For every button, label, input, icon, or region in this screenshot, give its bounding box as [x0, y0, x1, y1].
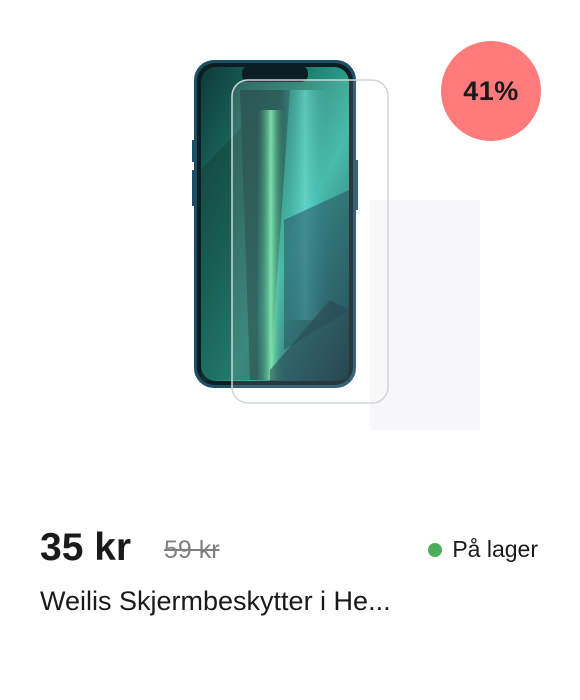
in-stock-dot-icon [428, 542, 443, 557]
stock-status-label: På lager [452, 536, 538, 562]
current-price: 35 kr [40, 526, 132, 569]
product-title[interactable]: Weilis Skjermbeskytter i He... [40, 586, 540, 617]
price-row: 35 kr 59 kr På lager [40, 522, 540, 574]
stock-status: På lager [428, 536, 538, 563]
product-card[interactable]: 41% 35 kr 59 kr På lager Weilis Skjermbe… [0, 0, 580, 700]
discount-badge: 41% [441, 41, 541, 141]
original-price: 59 kr [164, 536, 220, 564]
